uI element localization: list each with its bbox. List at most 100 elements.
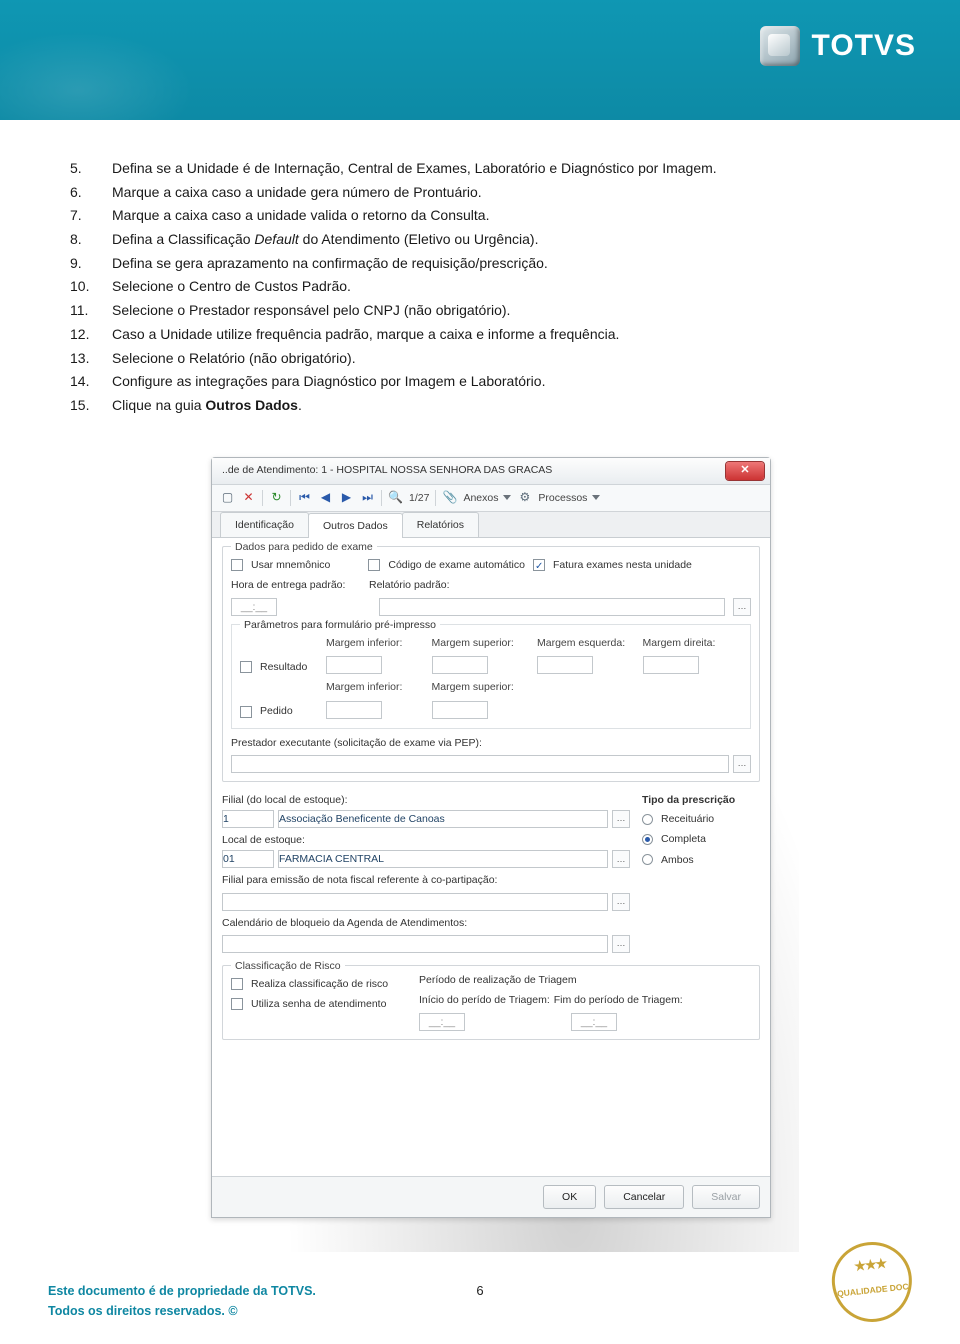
prev-icon[interactable]: ◀ xyxy=(318,490,333,505)
checkbox-resultado[interactable] xyxy=(240,661,252,673)
item-number: 15. xyxy=(70,395,112,419)
input-hora-entrega[interactable]: __:__ xyxy=(231,598,277,616)
input-ini-triagem[interactable]: __:__ xyxy=(419,1013,465,1031)
menu-anexos[interactable]: Anexos xyxy=(463,490,511,506)
label-fatura-unidade: Fatura exames nesta unidade xyxy=(553,557,692,573)
window-titlebar: ..de de Atendimento: 1 - HOSPITAL NOSSA … xyxy=(212,458,770,485)
radio-ambos[interactable] xyxy=(642,854,653,865)
menu-processos[interactable]: Processos xyxy=(538,490,600,506)
refresh-icon[interactable]: ↻ xyxy=(269,490,284,505)
input-res-marg-inf[interactable] xyxy=(326,656,382,674)
label-hora-entrega: Hora de entrega padrão: xyxy=(231,577,361,593)
radio-completa[interactable] xyxy=(642,834,653,845)
item-text: Caso a Unidade utilize frequência padrão… xyxy=(112,324,717,348)
separator xyxy=(381,490,382,506)
delete-icon[interactable]: ✕ xyxy=(241,490,256,505)
item-number: 8. xyxy=(70,229,112,253)
embedded-dialog: ..de de Atendimento: 1 - HOSPITAL NOSSA … xyxy=(211,457,771,1218)
item-text: Defina a Classificação Default do Atendi… xyxy=(112,229,717,253)
lookup-button[interactable]: … xyxy=(733,755,751,773)
input-filial-name[interactable]: Associação Beneficente de Canoas xyxy=(278,810,608,828)
cancel-button[interactable]: Cancelar xyxy=(604,1185,684,1209)
tab-relatorios[interactable]: Relatórios xyxy=(402,512,479,537)
new-icon[interactable]: ▢ xyxy=(220,490,235,505)
input-calendario[interactable] xyxy=(222,935,608,953)
item-text: Defina se gera aprazamento na confirmaçã… xyxy=(112,253,717,277)
checkbox-mnemonico[interactable] xyxy=(231,559,243,571)
input-local-name[interactable]: FARMACIA CENTRAL xyxy=(278,850,608,868)
input-res-marg-esq[interactable] xyxy=(537,656,593,674)
subgroup-title: Parâmetros para formulário pré-impresso xyxy=(240,617,440,633)
item-text: Marque a caixa caso a unidade gera númer… xyxy=(112,182,717,206)
label-completa: Completa xyxy=(661,831,706,847)
save-button[interactable]: Salvar xyxy=(692,1185,760,1209)
item-number: 13. xyxy=(70,348,112,372)
input-fim-triagem[interactable]: __:__ xyxy=(571,1013,617,1031)
input-local-code[interactable]: 01 xyxy=(222,850,274,868)
pager-text: 1/27 xyxy=(409,490,429,506)
label-filial-local: Filial (do local de estoque): xyxy=(222,794,347,806)
last-icon[interactable]: ⏭ xyxy=(360,490,375,505)
checkbox-cod-auto[interactable] xyxy=(368,559,380,571)
separator xyxy=(262,490,263,506)
search-icon[interactable]: 🔍 xyxy=(388,490,403,505)
checkbox-senha[interactable] xyxy=(231,998,243,1010)
input-relatorio-padrao[interactable] xyxy=(379,598,725,616)
close-button[interactable]: ✕ xyxy=(726,462,764,480)
label-ambos: Ambos xyxy=(661,852,694,868)
radio-receituario[interactable] xyxy=(642,814,653,825)
label-margem-inferior-2: Margem inferior: xyxy=(326,679,426,695)
checkbox-risco[interactable] xyxy=(231,978,243,990)
separator xyxy=(290,490,291,506)
input-prestador-exec[interactable] xyxy=(231,755,729,773)
input-ped-marg-inf[interactable] xyxy=(326,701,382,719)
item-text: Configure as integrações para Diagnóstic… xyxy=(112,371,717,395)
item-text: Marque a caixa caso a unidade valida o r… xyxy=(112,205,717,229)
checkbox-pedido[interactable] xyxy=(240,706,252,718)
item-number: 5. xyxy=(70,158,112,182)
label-resultado: Resultado xyxy=(260,659,307,675)
label-receituario: Receituário xyxy=(661,811,714,827)
brand-logo: TOTVS xyxy=(760,26,916,66)
lookup-button[interactable]: … xyxy=(612,810,630,828)
item-number: 12. xyxy=(70,324,112,348)
footer-line2: Todos os direitos reservados. © xyxy=(48,1301,316,1322)
label-margem-superior: Margem superior: xyxy=(432,635,532,651)
tab-strip: Identificação Outros Dados Relatórios xyxy=(212,512,770,538)
label-ini-triagem: Início do perído de Triagem: xyxy=(419,992,550,1008)
next-icon[interactable]: ▶ xyxy=(339,490,354,505)
lookup-button[interactable]: … xyxy=(733,598,751,616)
label-margem-superior-2: Margem superior: xyxy=(432,679,532,695)
lookup-button[interactable]: … xyxy=(612,935,630,953)
process-icon: ⚙ xyxy=(517,490,532,505)
label-fim-triagem: Fim do período de Triagem: xyxy=(554,992,683,1008)
label-margem-direita: Margem direita: xyxy=(643,635,743,651)
list-item: 14.Configure as integrações para Diagnós… xyxy=(70,371,717,395)
checkbox-fatura-unidade[interactable] xyxy=(533,559,545,571)
label-mnemonico: Usar mnemônico xyxy=(251,557,330,573)
lookup-button[interactable]: … xyxy=(612,850,630,868)
tab-identificacao[interactable]: Identificação xyxy=(220,512,309,537)
list-item: 7.Marque a caixa caso a unidade valida o… xyxy=(70,205,717,229)
item-text: Selecione o Prestador responsável pelo C… xyxy=(112,300,717,324)
logo-cube-icon xyxy=(760,26,800,66)
footer-line1: Este documento é de propriedade da TOTVS… xyxy=(48,1281,316,1302)
ok-button[interactable]: OK xyxy=(543,1185,596,1209)
label-margem-esquerda: Margem esquerda: xyxy=(537,635,637,651)
lookup-button[interactable]: … xyxy=(612,893,630,911)
label-periodo-triagem: Período de realização de Triagem xyxy=(419,974,577,986)
input-filial-nf[interactable] xyxy=(222,893,608,911)
item-number: 9. xyxy=(70,253,112,277)
label-local-estoque: Local de estoque: xyxy=(222,832,630,848)
quality-badge-icon: QUALIDADE DOC xyxy=(828,1238,916,1326)
input-filial-code[interactable]: 1 xyxy=(222,810,274,828)
label-cod-auto: Código de exame automático xyxy=(388,557,525,573)
tab-outros-dados[interactable]: Outros Dados xyxy=(308,513,403,538)
input-res-marg-dir[interactable] xyxy=(643,656,699,674)
label-tipo-prescricao: Tipo da prescrição xyxy=(642,794,735,806)
item-text: Clique na guia Outros Dados. xyxy=(112,395,717,419)
input-res-marg-sup[interactable] xyxy=(432,656,488,674)
input-ped-marg-sup[interactable] xyxy=(432,701,488,719)
first-icon[interactable]: ⏮ xyxy=(297,490,312,505)
item-number: 14. xyxy=(70,371,112,395)
